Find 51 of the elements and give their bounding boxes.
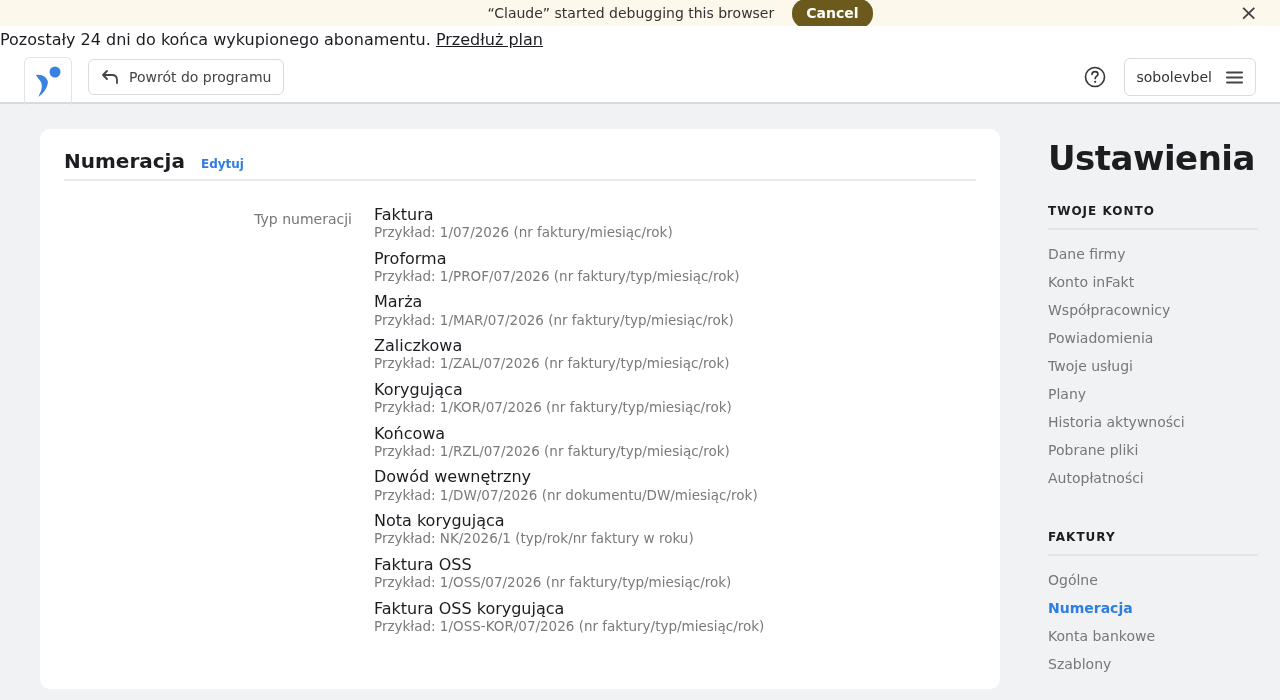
sidebar-item[interactable]: Twoje usługi bbox=[1048, 352, 1263, 380]
section-title: Numeracja bbox=[64, 149, 185, 173]
numbering-type-name: Proforma bbox=[374, 248, 448, 268]
user-menu-button[interactable]: sobolevbel bbox=[1123, 58, 1256, 96]
numbering-type-name: Zaliczkowa bbox=[374, 336, 464, 356]
numbering-type-name: Marża bbox=[374, 292, 424, 312]
sidebar-item[interactable]: Szablony bbox=[1048, 650, 1263, 678]
debug-message: “Claude” started debugging this browser bbox=[487, 3, 775, 23]
sidebar-item[interactable]: Historia aktywności bbox=[1048, 408, 1263, 436]
sidebar-heading: FAKTURY bbox=[1048, 528, 1258, 556]
edit-link[interactable]: Edytuj bbox=[200, 155, 244, 173]
sidebar-item[interactable]: Autopłatności bbox=[1048, 464, 1263, 492]
numbering-example: Przykład: 1/KOR/07/2026 (nr faktury/typ/miesiąc/rok) bbox=[374, 399, 733, 417]
back-button[interactable]: Powrót do programu bbox=[88, 59, 285, 95]
sidebar-item[interactable]: Konta bankowe bbox=[1048, 622, 1263, 650]
numbering-type-name: Dowód wewnętrzny bbox=[374, 467, 533, 487]
sidebar-item[interactable]: Konto inFakt bbox=[1048, 268, 1263, 296]
cancel-button[interactable]: Cancel bbox=[792, 0, 873, 26]
extend-plan-link[interactable]: Przedłuż plan bbox=[435, 30, 543, 49]
numbering-type-name: Faktura OSS korygująca bbox=[374, 598, 566, 618]
numbering-example: Przykład: 1/MAR/07/2026 (nr faktury/typ/miesiąc/rok) bbox=[374, 311, 735, 330]
menu-icon bbox=[1226, 70, 1243, 84]
numbering-type-name: Faktura OSS bbox=[374, 554, 473, 575]
numbering-example: Przykład: 1/07/2026 (nr faktury/miesiąc/rok) bbox=[374, 224, 674, 242]
numbering-example: Przykład: 1/ZAL/07/2026 (nr faktury/typ/miesiąc/rok) bbox=[374, 355, 731, 373]
page-title: Ustawienia bbox=[1048, 137, 1256, 180]
logo-icon bbox=[34, 65, 62, 98]
sidebar-item[interactable]: Plany bbox=[1048, 380, 1263, 408]
numbering-type-name: Nota korygująca bbox=[374, 511, 506, 531]
help-icon[interactable] bbox=[1083, 66, 1106, 88]
numbering-example: Przykład: 1/PROF/07/2026 (nr faktury/typ/miesiąc/rok) bbox=[374, 267, 741, 286]
field-label: Typ numeracji bbox=[253, 210, 353, 229]
sidebar-item[interactable]: Dane firmy bbox=[1048, 240, 1263, 268]
numbering-type-name: Faktura bbox=[374, 205, 435, 225]
sidebar-item[interactable]: Powiadomienia bbox=[1048, 324, 1263, 352]
numbering-example: Przykład: 1/DW/07/2026 (nr dokumentu/DW/miesiąc/rok) bbox=[374, 486, 759, 505]
close-button[interactable]: × bbox=[1239, 0, 1258, 26]
sidebar-item[interactable]: Współpracownicy bbox=[1048, 296, 1263, 324]
numbering-type-name: Końcowa bbox=[374, 423, 447, 443]
sidebar-item[interactable]: Ogólne bbox=[1048, 566, 1263, 594]
sidebar-item[interactable]: Pobrane pliki bbox=[1048, 436, 1263, 464]
subscription-notice: Pozostały 24 dni do końca wykupionego abonamentu. bbox=[0, 30, 431, 49]
numbering-example: Przykład: 1/OSS/07/2026 (nr faktury/typ/miesiąc/rok) bbox=[374, 574, 733, 592]
numbering-example: Przykład: NK/2026/1 (typ/rok/nr faktury w roku) bbox=[374, 530, 695, 548]
numbering-example: Przykład: 1/OSS-KOR/07/2026 (nr faktury/typ/miesiąc/rok) bbox=[374, 617, 765, 636]
numbering-type-name: Korygująca bbox=[374, 379, 464, 400]
numbering-example: Przykład: 1/RZL/07/2026 (nr faktury/typ/miesiąc/rok) bbox=[374, 442, 731, 461]
logo-tab[interactable] bbox=[24, 57, 72, 105]
back-arrow-icon bbox=[101, 69, 119, 85]
sidebar-item[interactable]: Numeracja bbox=[1048, 594, 1263, 622]
sidebar-heading: TWOJE KONTO bbox=[1048, 202, 1258, 230]
